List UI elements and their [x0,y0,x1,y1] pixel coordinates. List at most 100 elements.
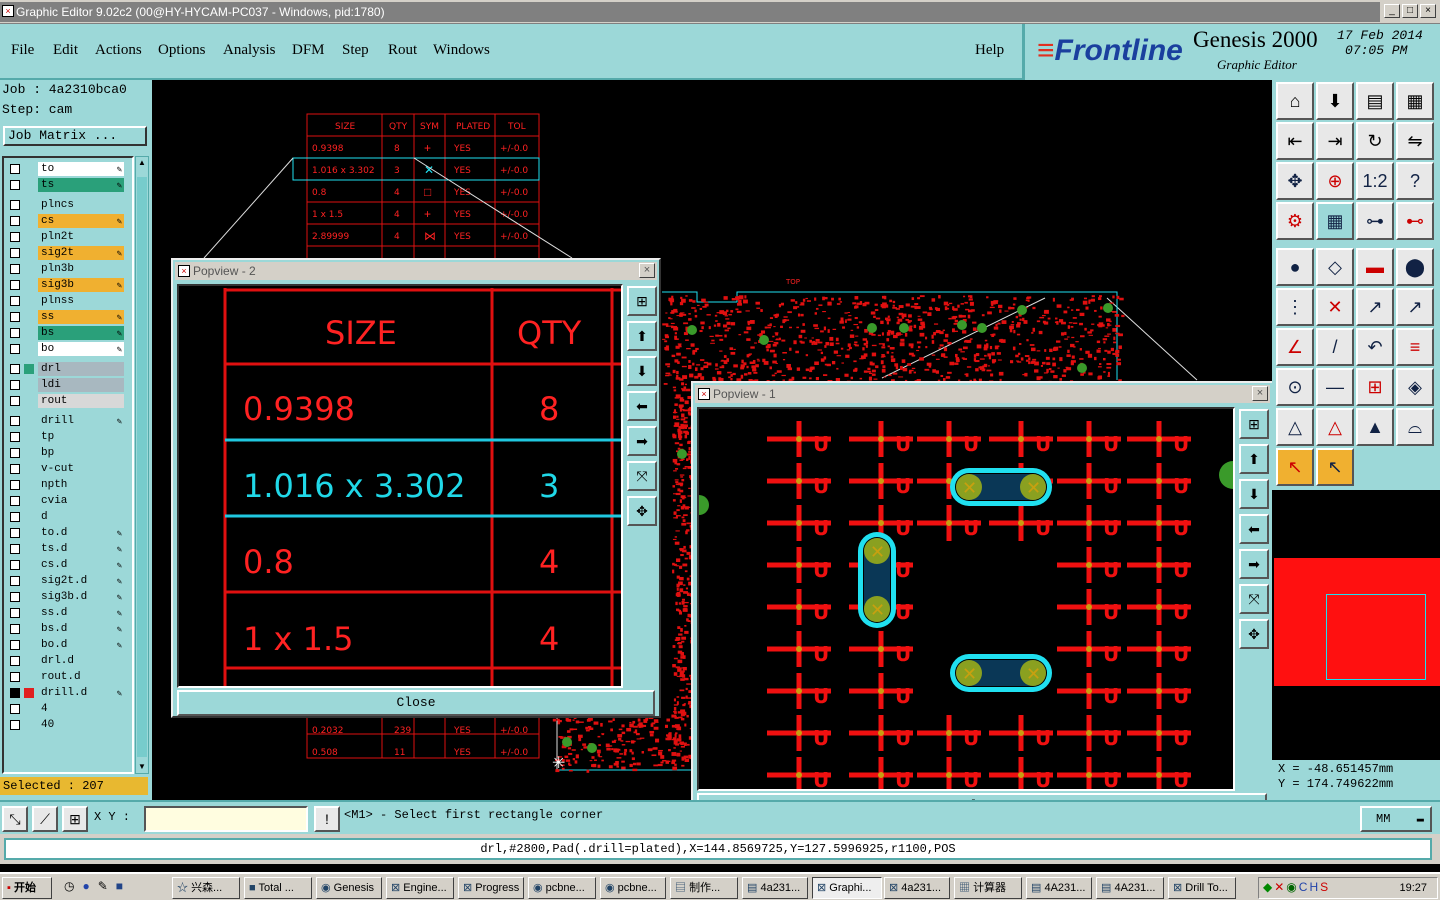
layer-affected-marker[interactable] [24,248,34,258]
layer-row-ldi[interactable]: ldi [6,378,124,392]
layer-affected-marker[interactable] [24,396,34,406]
measure-icon[interactable]: ⤡ [2,806,28,832]
layer-row-ts.d[interactable]: ts.d ✎ [6,542,124,556]
layer-row-ts[interactable]: ts ✎ [6,178,124,192]
zoom-box-icon[interactable]: ▤ [1356,82,1394,120]
layer-scrollbar[interactable]: ▲ ▼ [135,156,149,774]
draw-line-icon[interactable]: ⊞ [1356,368,1394,406]
pv1-pan-up-icon[interactable]: ⬆ [1239,444,1269,474]
layer-row-drill[interactable]: drill ✎ [6,414,124,428]
select-path-icon[interactable]: ↖ [1316,448,1354,486]
layer-row-cs.d[interactable]: cs.d ✎ [6,558,124,572]
draw-triangle-icon[interactable]: △ [1276,408,1314,446]
menu-analysis[interactable]: Analysis [223,42,276,59]
pv1-zoom-icon[interactable]: ⊞ [1239,409,1269,439]
layer-affected-marker[interactable] [24,416,34,426]
grid-icon[interactable]: ▦ [1316,202,1354,240]
layer-row-ss.d[interactable]: ss.d ✎ [6,606,124,620]
layer-name[interactable]: ss.d ✎ [38,606,124,620]
scroll-thumb[interactable] [137,177,147,757]
layer-checkbox[interactable] [10,576,20,586]
layer-checkbox[interactable] [10,720,20,730]
taskbar-item[interactable]: ▦ 计算器 [954,877,1022,899]
taskbar-item[interactable]: ■ Total ... [244,877,312,899]
layer-affected-marker[interactable] [24,280,34,290]
menu-help[interactable]: Help [975,42,1004,59]
pv2-pan-up-icon[interactable]: ⬆ [627,321,657,351]
minimize-button[interactable]: _ [1384,4,1400,18]
pv1-pan-down-icon[interactable]: ⬇ [1239,479,1269,509]
close-window-button[interactable]: × [1420,4,1436,18]
warning-icon[interactable]: ! [314,806,340,832]
draw-arc-icon[interactable]: ◈ [1396,368,1434,406]
arc-icon[interactable]: ∠ [1276,328,1314,366]
layer-row-cvia[interactable]: cvia [6,494,124,508]
layer-name[interactable]: sig2t.d ✎ [38,574,124,588]
layer-name[interactable]: 40 [38,718,124,732]
popview-1-close-icon[interactable]: × [1252,386,1268,401]
popview-1-view[interactable]: UUUUUUUUUUUUUUUUUUUUUUUUUUUUUUUUUUUUUUUU… [697,407,1235,791]
menu-rout[interactable]: Rout [388,42,417,59]
layer-affected-marker[interactable] [24,432,34,442]
layer-compare-icon[interactable]: ⊷ [1396,202,1434,240]
layer-checkbox[interactable] [10,688,20,698]
layer-affected-marker[interactable] [24,608,34,618]
layer-affected-marker[interactable] [24,344,34,354]
add-pad-circle-icon[interactable]: ⬤ [1396,248,1434,286]
popview-2-window[interactable]: × Popview - 2 × SIZE QTY 0.9398 8 1.016 … [171,258,661,718]
layer-checkbox[interactable] [10,328,20,338]
select-net-icon[interactable]: ⋮ [1276,288,1314,326]
minimap-viewport[interactable] [1326,594,1426,680]
layer-row-rout.d[interactable]: rout.d [6,670,124,684]
job-matrix-button[interactable]: Job Matrix ... [3,126,147,146]
layer-affected-marker[interactable] [24,560,34,570]
work-layer-arrow-icon[interactable] [24,688,34,698]
layer-affected-marker[interactable] [24,576,34,586]
layer-checkbox[interactable] [10,164,20,174]
zoom-home-icon[interactable]: ⌂ [1276,82,1314,120]
add-pad-icon[interactable]: ● [1276,248,1314,286]
layer-affected-marker[interactable] [24,640,34,650]
taskbar-item[interactable]: ▤ 制作... [670,877,738,899]
layer-row-npth[interactable]: npth [6,478,124,492]
layer-checkbox[interactable] [10,200,20,210]
line-dot-icon[interactable]: ↗ [1396,288,1434,326]
zoom-left-icon[interactable]: ⇤ [1276,122,1314,160]
layer-row-40[interactable]: 40 [6,718,124,732]
layer-checkbox[interactable] [10,512,20,522]
layer-row-to.d[interactable]: to.d ✎ [6,526,124,540]
layer-row-pln3b[interactable]: pln3b [6,262,124,276]
pv2-zoom-icon[interactable]: ⊞ [627,286,657,316]
taskbar-item[interactable]: ▤ 4A231... [1026,877,1092,899]
ie-quick-icon[interactable]: ● [82,879,89,893]
layer-affected-marker[interactable] [24,592,34,602]
layer-affected-marker[interactable] [24,544,34,554]
measure-icon[interactable]: ⊙ [1276,368,1314,406]
layer-checkbox[interactable] [10,464,20,474]
layer-affected-marker[interactable] [24,164,34,174]
layer-row-4[interactable]: 4 [6,702,124,716]
layer-row-bs.d[interactable]: bs.d ✎ [6,622,124,636]
layer-name[interactable]: bs.d ✎ [38,622,124,636]
layer-affected-marker[interactable] [24,480,34,490]
layer-affected-marker[interactable] [24,216,34,226]
pv1-fit-icon[interactable]: ⤧ [1239,584,1269,614]
layer-affected-marker[interactable] [24,328,34,338]
layer-affected-marker[interactable] [24,232,34,242]
layer-name[interactable]: pln3b [38,262,124,276]
layer-name[interactable]: cs.d ✎ [38,558,124,572]
layer-name[interactable]: rout.d [38,670,124,684]
taskbar-item[interactable]: ☆ 兴森... [172,877,240,899]
layer-row-pln2t[interactable]: pln2t [6,230,124,244]
layer-checkbox[interactable] [10,640,20,650]
taskbar-item[interactable]: ◉ pcbne... [600,877,666,899]
layer-checkbox[interactable] [10,592,20,602]
menu-step[interactable]: Step [342,42,369,59]
layer-row-to[interactable]: to ✎ [6,162,124,176]
layer-name[interactable]: ts.d ✎ [38,542,124,556]
layer-row-v-cut[interactable]: v-cut [6,462,124,476]
layer-row-bo.d[interactable]: bo.d ✎ [6,638,124,652]
layer-affected-marker[interactable] [24,672,34,682]
layer-name[interactable]: bp [38,446,124,460]
popview-1-titlebar[interactable]: × Popview - 1 × [695,385,1270,403]
